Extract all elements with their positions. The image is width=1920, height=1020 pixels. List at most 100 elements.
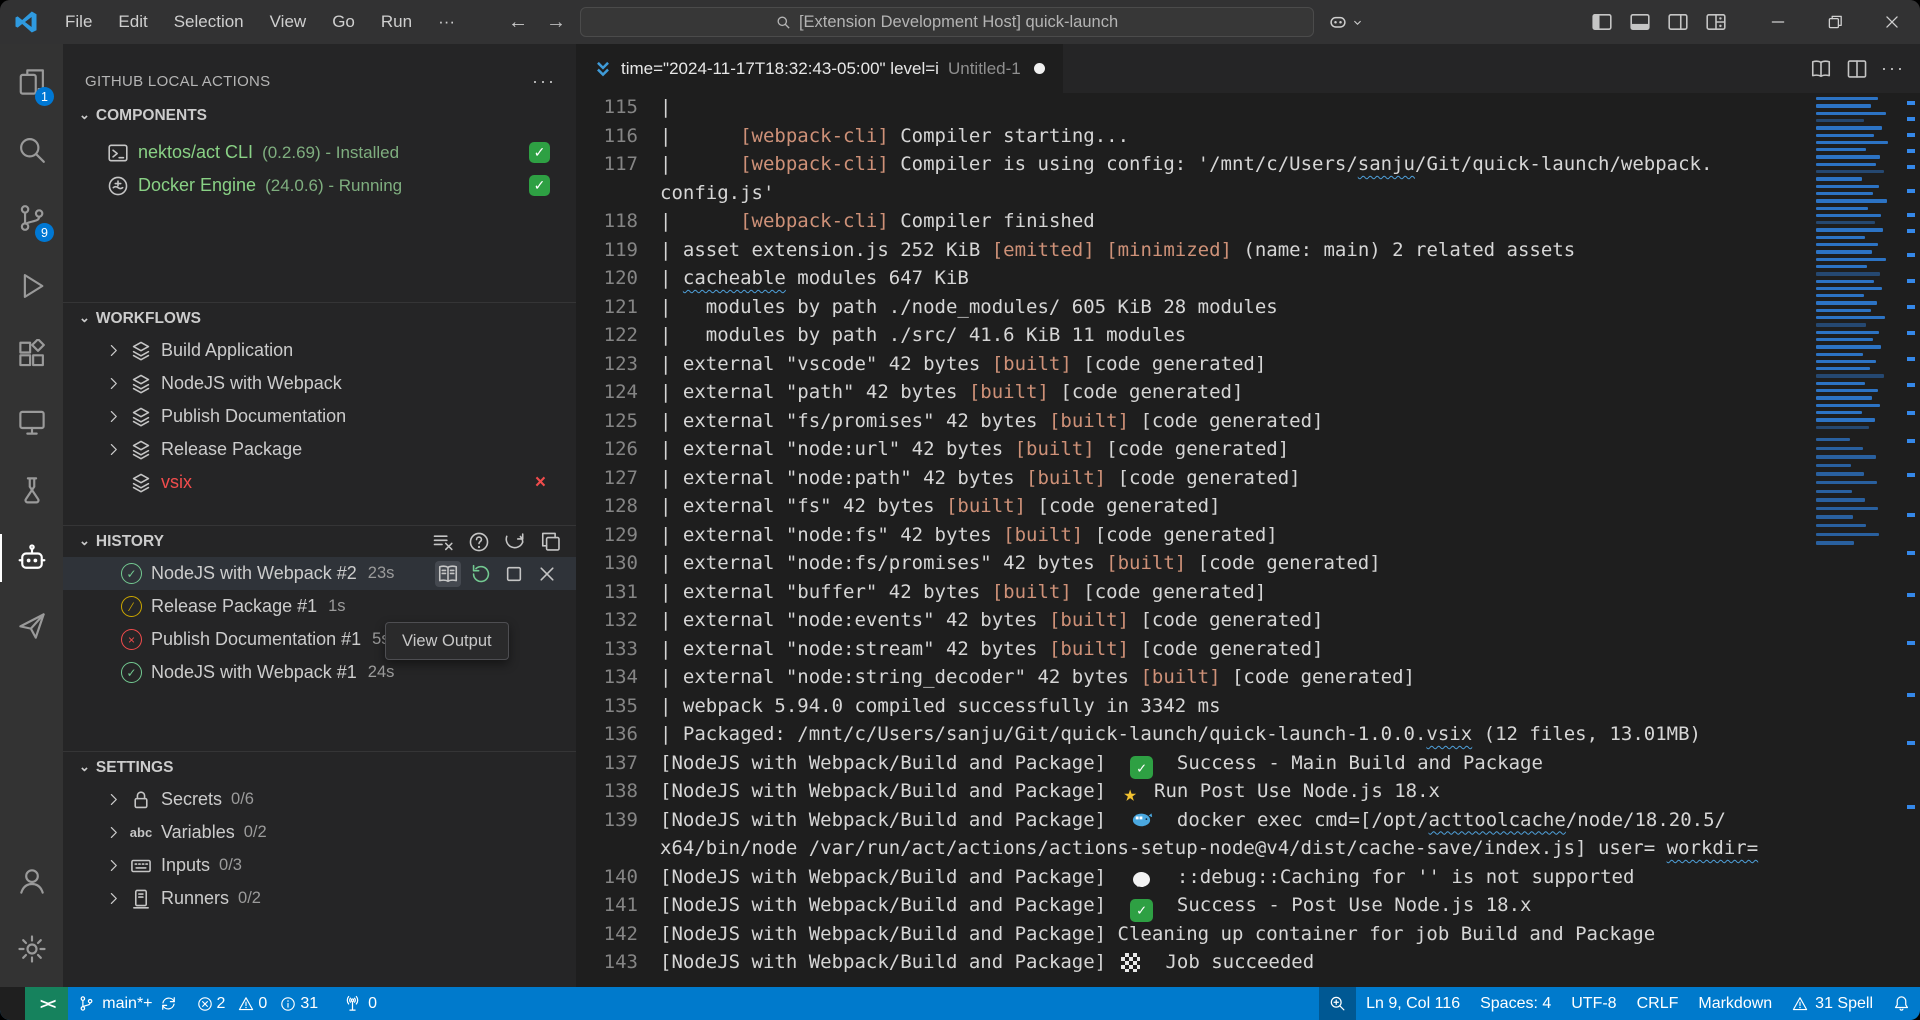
remove-icon[interactable] (534, 561, 560, 587)
status-indentation[interactable]: Spaces: 4 (1470, 987, 1561, 1020)
menu-view[interactable]: View (257, 7, 320, 37)
editor-line[interactable]: 116| [webpack-cli] Compiler starting... (576, 122, 1810, 151)
editor-line[interactable]: 132| external "node:events" 42 bytes [bu… (576, 606, 1810, 635)
editor-line[interactable]: 143[NodeJS with Webpack/Build and Packag… (576, 948, 1810, 977)
menu-file[interactable]: File (52, 7, 105, 37)
editor-line[interactable]: 138[NodeJS with Webpack/Build and Packag… (576, 777, 1810, 806)
editor-line[interactable]: 135| webpack 5.94.0 compiled successfull… (576, 692, 1810, 721)
editor-line[interactable]: 121| modules by path ./node_modules/ 605… (576, 293, 1810, 322)
activity-remote-explorer[interactable] (0, 388, 63, 456)
activity-run-debug[interactable] (0, 252, 63, 320)
component-item[interactable]: Docker Engine(24.0.6) - Running✓ (63, 169, 576, 202)
editor-line[interactable]: 128| external "fs" 42 bytes [built] [cod… (576, 492, 1810, 521)
editor-line[interactable]: 120| cacheable modules 647 KiB (576, 264, 1810, 293)
workflow-item-error[interactable]: vsix× (63, 466, 576, 499)
tab-untitled-1[interactable]: time="2024-11-17T18:32:43-05:00" level=i… (576, 44, 1063, 93)
editor-line[interactable]: config.js' (576, 179, 1810, 208)
open-preview-icon[interactable] (1806, 54, 1836, 84)
menu-selection[interactable]: Selection (161, 7, 257, 37)
status-problems[interactable]: 2031 (187, 987, 335, 1020)
editor-line[interactable]: 136| Packaged: /mnt/c/Users/sanju/Git/qu… (576, 720, 1810, 749)
status-remote-indicator[interactable]: >< (25, 987, 68, 1020)
editor-line[interactable]: 123| external "vscode" 42 bytes [built] … (576, 350, 1810, 379)
workflow-item[interactable]: Publish Documentation (63, 400, 576, 433)
editor-line[interactable]: 122| modules by path ./src/ 41.6 KiB 11 … (576, 321, 1810, 350)
settings-item-secrets[interactable]: Secrets0/6 (63, 783, 576, 816)
editor-line[interactable]: 118| [webpack-cli] Compiler finished (576, 207, 1810, 236)
editor-line[interactable]: 124| external "path" 42 bytes [built] [c… (576, 378, 1810, 407)
history-item[interactable]: ✓NodeJS with Webpack #124s (63, 656, 576, 689)
activity-accounts[interactable] (0, 847, 63, 915)
workflow-item[interactable]: Build Application (63, 334, 576, 367)
help-icon[interactable] (468, 531, 490, 553)
nav-forward-icon[interactable]: → (546, 11, 566, 34)
editor-line[interactable]: 117| [webpack-cli] Compiler is using con… (576, 150, 1810, 179)
status-notifications[interactable] (1883, 987, 1920, 1020)
status-encoding[interactable]: UTF-8 (1561, 987, 1626, 1020)
editor-line[interactable]: 137[NodeJS with Webpack/Build and Packag… (576, 749, 1810, 778)
menu-edit[interactable]: Edit (105, 7, 160, 37)
editor-line[interactable]: 127| external "node:path" 42 bytes [buil… (576, 464, 1810, 493)
duplicate-icon[interactable] (540, 531, 562, 553)
stop-icon[interactable] (501, 561, 527, 587)
menu-more[interactable]: ··· (425, 7, 468, 37)
sidebar-more-actions-icon[interactable]: ··· (532, 71, 556, 92)
status-ports[interactable]: 0 (334, 987, 387, 1020)
restore-button[interactable] (1806, 0, 1863, 44)
toggle-panel-icon[interactable] (1625, 7, 1655, 37)
editor-line[interactable]: x64/bin/node /var/run/act/actions/action… (576, 834, 1810, 863)
status-zoom-indicator[interactable] (1319, 987, 1356, 1020)
editor-line[interactable]: 126| external "node:url" 42 bytes [built… (576, 435, 1810, 464)
editor-line[interactable]: 115| (576, 93, 1810, 122)
minimize-button[interactable] (1749, 0, 1806, 44)
status-spell-checker[interactable]: 31 Spell (1782, 987, 1883, 1020)
view-output-icon[interactable] (435, 561, 461, 587)
history-item[interactable]: ⁄Release Package #11s (63, 590, 576, 623)
editor-line[interactable]: 139[NodeJS with Webpack/Build and Packag… (576, 806, 1810, 835)
status-eol[interactable]: CRLF (1627, 987, 1689, 1020)
toggle-sidebar-icon[interactable] (1587, 7, 1617, 37)
menu-go[interactable]: Go (319, 7, 368, 37)
section-header-settings[interactable]: ⌄ SETTINGS (63, 751, 576, 783)
command-center-search[interactable]: [Extension Development Host] quick-launc… (580, 7, 1314, 37)
status-git-branch[interactable]: main*+ (68, 987, 186, 1020)
copilot-menu[interactable] (1328, 12, 1363, 32)
settings-item-inputs[interactable]: Inputs0/3 (63, 849, 576, 882)
editor-line[interactable]: 134| external "node:string_decoder" 42 b… (576, 663, 1810, 692)
activity-testing[interactable] (0, 456, 63, 524)
editor-line[interactable]: 125| external "fs/promises" 42 bytes [bu… (576, 407, 1810, 436)
clear-history-icon[interactable] (432, 531, 454, 553)
more-actions-icon[interactable]: ··· (1878, 54, 1908, 84)
menu-run[interactable]: Run (368, 7, 425, 37)
settings-item-variables[interactable]: abcVariables0/2 (63, 816, 576, 849)
activity-extensions[interactable] (0, 320, 63, 388)
section-header-history[interactable]: ⌄ HISTORY (63, 525, 576, 557)
restart-icon[interactable] (468, 561, 494, 587)
nav-back-icon[interactable]: ← (508, 11, 528, 34)
activity-explorer[interactable]: 1 (0, 48, 63, 116)
modified-indicator-dot[interactable] (1034, 63, 1045, 74)
editor-line[interactable]: 140[NodeJS with Webpack/Build and Packag… (576, 863, 1810, 892)
component-item[interactable]: nektos/act CLI(0.2.69) - Installed✓ (63, 136, 576, 169)
customize-layout-icon[interactable] (1701, 7, 1731, 37)
minimap[interactable] (1812, 93, 1902, 987)
editor-line[interactable]: 130| external "node:fs/promises" 42 byte… (576, 549, 1810, 578)
section-header-workflows[interactable]: ⌄ WORKFLOWS (63, 302, 576, 334)
toggle-secondary-sidebar-icon[interactable] (1663, 7, 1693, 37)
activity-github-actions[interactable] (0, 592, 63, 660)
overview-ruler[interactable] (1902, 93, 1920, 987)
editor-line[interactable]: 133| external "node:stream" 42 bytes [bu… (576, 635, 1810, 664)
settings-item-runners[interactable]: Runners0/2 (63, 882, 576, 915)
activity-search[interactable] (0, 116, 63, 184)
editor-line[interactable]: 141[NodeJS with Webpack/Build and Packag… (576, 891, 1810, 920)
editor-line[interactable]: 131| external "buffer" 42 bytes [built] … (576, 578, 1810, 607)
history-item[interactable]: ✓NodeJS with Webpack #223s (63, 557, 576, 590)
editor-line[interactable]: 142[NodeJS with Webpack/Build and Packag… (576, 920, 1810, 949)
workflow-item[interactable]: Release Package (63, 433, 576, 466)
close-button[interactable] (1863, 0, 1920, 44)
editor-line[interactable]: 119| asset extension.js 252 KiB [emitted… (576, 236, 1810, 265)
section-header-components[interactable]: ⌄ COMPONENTS (63, 100, 576, 132)
editor-text-area[interactable]: 115|116| [webpack-cli] Compiler starting… (576, 93, 1810, 987)
status-cursor-position[interactable]: Ln 9, Col 116 (1356, 987, 1470, 1020)
activity-manage[interactable] (0, 915, 63, 983)
